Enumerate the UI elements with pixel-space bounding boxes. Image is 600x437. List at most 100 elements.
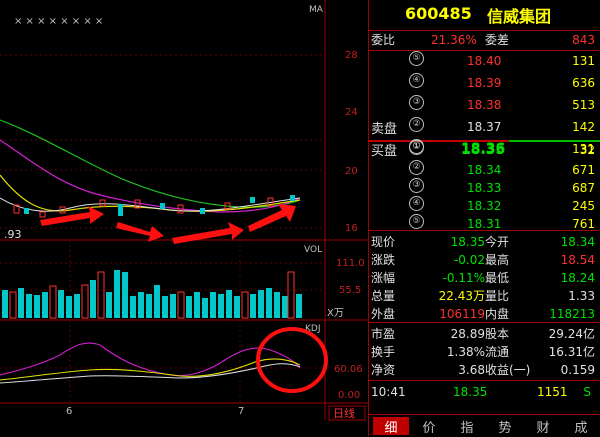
stat-row: 涨跌 -0.02 最高 18.54 bbox=[369, 250, 600, 270]
order-ratio-row: 委比 21.36% 委差 843 bbox=[369, 30, 600, 50]
fund-value: 29.24亿 bbox=[548, 327, 595, 341]
buy-price: 18.33 bbox=[467, 181, 502, 195]
stat-value: 118213 bbox=[549, 307, 595, 321]
top-marks: × × × × × × × × bbox=[14, 16, 103, 27]
tab-index[interactable]: 指 bbox=[449, 417, 485, 436]
sell-volume: 131 bbox=[572, 54, 595, 68]
sell-row: ② 18.37 142 bbox=[369, 117, 600, 137]
stat-label: 现价 bbox=[371, 235, 396, 249]
stat-value: 18.35 bbox=[450, 235, 485, 249]
buy-price: 18.34 bbox=[467, 163, 502, 177]
tab-trend[interactable]: 势 bbox=[487, 417, 523, 436]
sell-row: ③ 18.38 513 bbox=[369, 95, 600, 115]
kdj-tick-0: 0.00 bbox=[338, 390, 360, 401]
buy-level: ② bbox=[409, 160, 424, 175]
sell-price: 18.37 bbox=[467, 120, 502, 134]
stat-label: 今开 bbox=[485, 235, 510, 249]
sell-price: 18.38 bbox=[467, 98, 502, 112]
fund-label: 换手 bbox=[371, 345, 396, 359]
ma-label: MA bbox=[309, 5, 324, 15]
stat-value: 18.34 bbox=[560, 235, 595, 249]
buy-row: ④ 18.32 245 bbox=[369, 196, 600, 216]
sell-row: ⑤ 18.40 131 bbox=[369, 51, 600, 71]
buy-row: ② 18.34 671 bbox=[369, 160, 600, 180]
fund-label: 流通 bbox=[485, 345, 510, 359]
price-tick-20: 20 bbox=[345, 166, 358, 177]
tab-detail[interactable]: 细 bbox=[373, 417, 409, 436]
order-ratio-value: 21.36% bbox=[431, 33, 477, 47]
buy-level: ⑤ bbox=[409, 214, 424, 229]
stat-label: 最高 bbox=[485, 253, 510, 267]
sell-level: ④ bbox=[409, 73, 424, 88]
buy-price: 18.31 bbox=[467, 217, 502, 231]
kdj-tick-60: 60.06 bbox=[334, 364, 363, 375]
sell-level: ② bbox=[409, 117, 424, 132]
buy-price: 18.35 bbox=[461, 142, 506, 158]
buy-level: ③ bbox=[409, 178, 424, 193]
tick-row: 10:41 18.35 1151 S bbox=[369, 382, 600, 402]
buy-price: 18.32 bbox=[467, 199, 502, 213]
fund-label: 市盈 bbox=[371, 327, 396, 341]
stat-value: 18.24 bbox=[560, 271, 595, 285]
fund-value: 0.159 bbox=[560, 363, 595, 377]
tick-volume: 1151 bbox=[537, 385, 568, 399]
stock-header: 600485 信威集团 bbox=[369, 0, 600, 31]
fund-value: 3.68 bbox=[458, 363, 485, 377]
buy-row: ⑤ 18.31 761 bbox=[369, 214, 600, 234]
stat-label: 内盘 bbox=[485, 307, 510, 321]
tab-price[interactable]: 价 bbox=[411, 417, 447, 436]
buy-row: ③ 18.33 687 bbox=[369, 178, 600, 198]
stat-label: 外盘 bbox=[371, 307, 396, 321]
stat-value: 106119 bbox=[439, 307, 485, 321]
last-price-marker: .93 bbox=[4, 228, 22, 241]
fund-label: 净资 bbox=[371, 363, 396, 377]
sell-level: ⑤ bbox=[409, 51, 424, 66]
stat-value: -0.02 bbox=[453, 253, 485, 267]
tick-time: 10:41 bbox=[371, 385, 406, 399]
sell-volume: 142 bbox=[572, 120, 595, 134]
stat-row: 外盘 106119 内盘 118213 bbox=[369, 304, 600, 324]
buy-level: ④ bbox=[409, 196, 424, 211]
vol-tick-55: 55.5 bbox=[339, 285, 361, 296]
sell-row: ④ 18.39 636 bbox=[369, 73, 600, 93]
stat-row: 总量 22.43万 量比 1.33 bbox=[369, 286, 600, 306]
price-tick-28: 28 bbox=[345, 50, 358, 61]
fund-value: 16.31亿 bbox=[548, 345, 595, 359]
stat-label: 涨幅 bbox=[371, 271, 396, 285]
price-tick-24: 24 bbox=[345, 107, 358, 118]
kline-chart[interactable]: × × × × × × × × MA 28 24 20 16 .93 VOL 1… bbox=[0, 0, 368, 436]
sell-volume: 513 bbox=[572, 98, 595, 112]
order-ratio-label: 委比 bbox=[371, 33, 396, 47]
tick-side: S bbox=[583, 385, 591, 399]
buy-volume: 687 bbox=[572, 181, 595, 195]
vol-label: VOL bbox=[304, 245, 322, 255]
quote-panel: 600485 信威集团 委比 21.36% 委差 843 卖盘 买盘 10:41… bbox=[368, 0, 600, 436]
tab-trades[interactable]: 成 bbox=[563, 417, 599, 436]
buy-volume: 245 bbox=[572, 199, 595, 213]
sell-volume: 636 bbox=[572, 76, 595, 90]
fund-row: 市盈 28.89 股本 29.24亿 bbox=[369, 324, 600, 344]
stat-value: 1.33 bbox=[568, 289, 595, 303]
date-label-7: 7 bbox=[238, 406, 244, 417]
fund-label: 收益(一) bbox=[485, 363, 531, 377]
stat-label: 总量 bbox=[371, 289, 396, 303]
vol-tick-111: 111.0 bbox=[336, 258, 365, 269]
sell-price: 18.40 bbox=[467, 54, 502, 68]
stat-value: 18.54 bbox=[560, 253, 595, 267]
stat-row: 涨幅 -0.11% 最低 18.24 bbox=[369, 268, 600, 288]
order-diff-value: 843 bbox=[572, 33, 595, 47]
fund-value: 28.89 bbox=[450, 327, 485, 341]
sell-level: ③ bbox=[409, 95, 424, 110]
period-label[interactable]: 日线 bbox=[333, 406, 355, 420]
buy-volume: 761 bbox=[572, 217, 595, 231]
vol-unit: X万 bbox=[327, 308, 344, 319]
stock-name: 信威集团 bbox=[487, 7, 552, 26]
date-label-6: 6 bbox=[66, 406, 72, 417]
order-diff-label: 委差 bbox=[485, 33, 510, 47]
fund-row: 换手 1.38% 流通 16.31亿 bbox=[369, 342, 600, 362]
stock-code: 600485 bbox=[405, 4, 472, 23]
buy-volume: 671 bbox=[572, 163, 595, 177]
tab-finance[interactable]: 财 bbox=[525, 417, 561, 436]
buy-volume: 32 bbox=[579, 143, 595, 157]
fund-value: 1.38% bbox=[446, 345, 485, 359]
